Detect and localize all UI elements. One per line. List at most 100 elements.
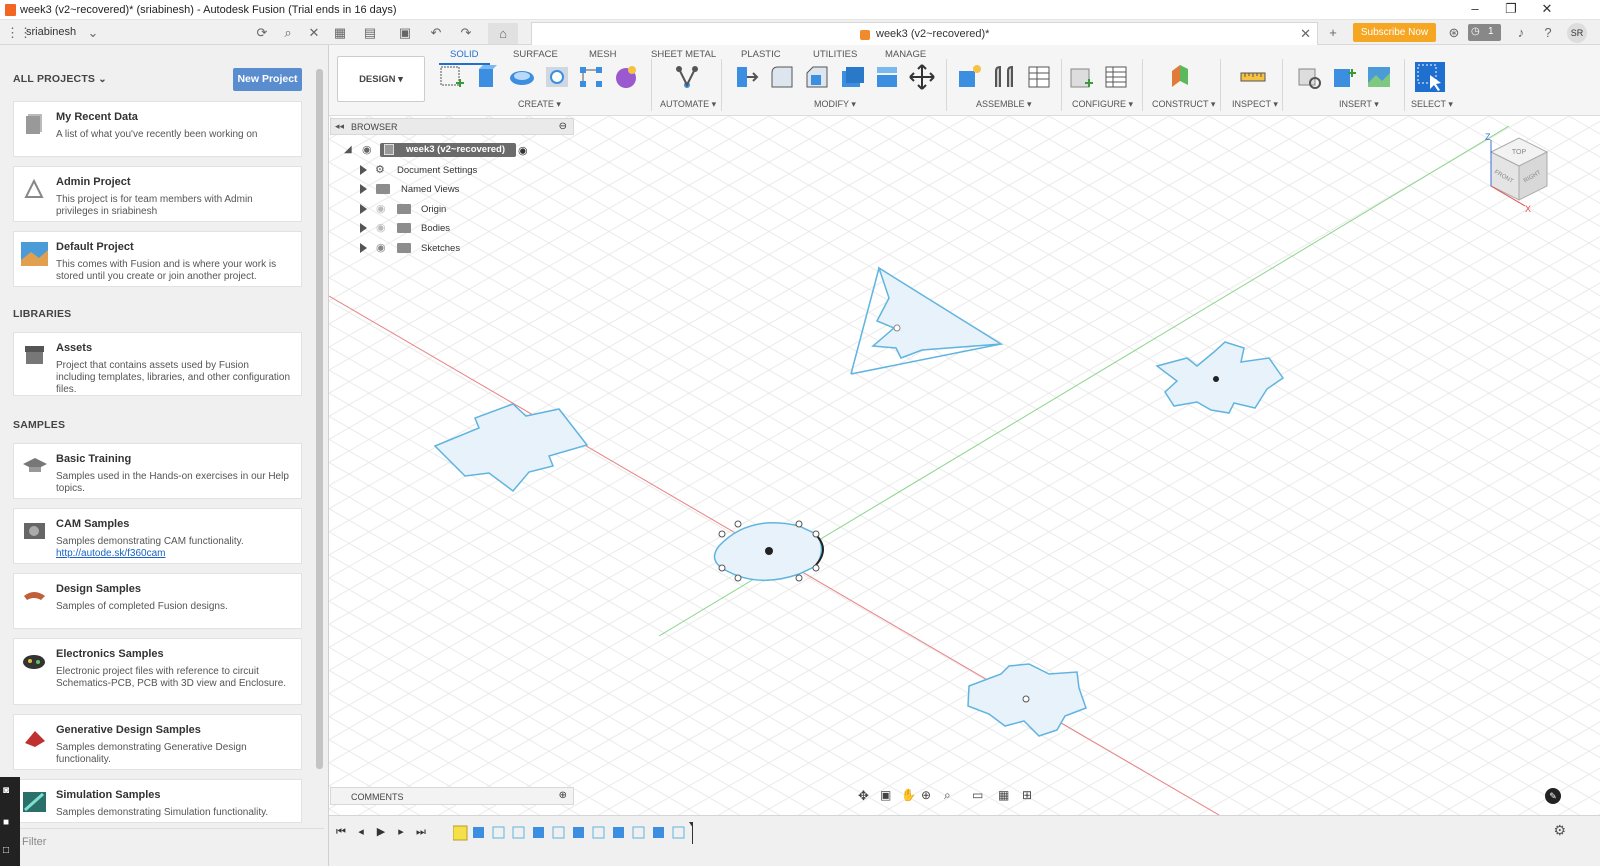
origin-point[interactable]	[765, 547, 773, 555]
sample-card-basic-training[interactable]: Basic Training Samples used in the Hands…	[13, 443, 302, 499]
pattern-icon[interactable]	[577, 63, 605, 91]
library-card-assets[interactable]: Assets Project that contains assets used…	[13, 332, 302, 396]
home-button[interactable]: ⌂	[488, 23, 518, 44]
construct-plane-icon[interactable]	[1166, 63, 1194, 91]
create-form-icon[interactable]	[612, 63, 640, 91]
sample-card-cam[interactable]: CAM Samples Samples demonstrating CAM fu…	[13, 508, 302, 564]
close-tab-icon[interactable]: ✕	[1300, 26, 1311, 42]
timeline-extrude-feature[interactable]	[613, 827, 624, 838]
project-card-default[interactable]: Default Project This comes with Fusion a…	[13, 231, 302, 287]
timeline-sketch-feature[interactable]	[672, 826, 685, 839]
insert-group-label[interactable]: INSERT ▾	[1339, 99, 1379, 110]
redo-icon[interactable]: ↷	[458, 25, 474, 41]
display-settings-icon[interactable]: ▭	[972, 788, 983, 802]
look-at-icon[interactable]: ▣	[880, 788, 891, 802]
workspace-switcher[interactable]: DESIGN ▾	[337, 56, 425, 102]
screenshot-icon[interactable]: ◙	[3, 785, 9, 796]
add-comment-icon[interactable]: ⊕	[559, 790, 567, 801]
configuration-table-icon[interactable]	[1102, 63, 1130, 91]
expand-triangle-icon[interactable]	[360, 223, 367, 233]
select-icon[interactable]	[1414, 61, 1446, 93]
close-panel-icon[interactable]: ✕	[306, 25, 322, 41]
tab-solid[interactable]: SOLID	[450, 49, 479, 60]
timeline-sketch-feature[interactable]	[512, 826, 525, 839]
sketch-point[interactable]	[734, 520, 742, 528]
orbit-icon[interactable]: ✥	[858, 788, 869, 804]
timeline-extrude-feature[interactable]	[653, 827, 664, 838]
chamfer-icon[interactable]	[803, 63, 831, 91]
create-group-label[interactable]: CREATE ▾	[518, 99, 561, 110]
sketch-point[interactable]	[812, 530, 820, 538]
browser-item-bodies[interactable]: ◉ Bodies	[330, 219, 574, 238]
data-panel-scrollbar[interactable]	[316, 69, 323, 769]
record-video-icon[interactable]: ■	[3, 817, 9, 828]
insert-derive-icon[interactable]	[1295, 63, 1323, 91]
hole-icon[interactable]	[543, 63, 571, 91]
restore-icon[interactable]: ❐	[1496, 2, 1526, 18]
sketch-point[interactable]	[795, 574, 803, 582]
sketch-center-point[interactable]	[1022, 695, 1030, 703]
sample-card-electronics[interactable]: Electronics Samples Electronic project f…	[13, 638, 302, 705]
joint-icon[interactable]	[990, 63, 1018, 91]
file-menu-icon[interactable]: ▤	[362, 25, 378, 41]
tab-plastic[interactable]: PLASTIC	[741, 49, 781, 60]
expand-triangle-icon[interactable]	[360, 184, 367, 194]
eye-hidden-icon[interactable]: ◉	[376, 221, 386, 234]
job-status-badge[interactable]: ◷ 1	[1468, 24, 1501, 41]
insert-mesh-icon[interactable]	[1330, 63, 1358, 91]
construct-group-label[interactable]: CONSTRUCT ▾	[1152, 99, 1215, 110]
sketch-center-point[interactable]	[1213, 376, 1219, 382]
sketch-point[interactable]	[718, 564, 726, 572]
step-back-icon[interactable]: ◂	[355, 826, 367, 838]
notifications-bell-icon[interactable]: ♪	[1513, 25, 1529, 41]
subscribe-button[interactable]: Subscribe Now	[1353, 23, 1436, 42]
close-window-icon[interactable]: ✕	[1532, 2, 1562, 18]
eye-hidden-icon[interactable]: ◉	[376, 202, 386, 215]
assemble-group-label[interactable]: ASSEMBLE ▾	[976, 99, 1032, 110]
timeline-extrude-feature[interactable]	[473, 827, 484, 838]
eye-icon[interactable]: ◉	[376, 241, 386, 254]
viewports-icon[interactable]: ⊞	[1022, 788, 1032, 802]
collapse-triangle-icon[interactable]: ◢	[344, 144, 352, 155]
tab-utilities[interactable]: UTILITIES	[813, 49, 857, 60]
tab-sheet-metal[interactable]: SHEET METAL	[651, 49, 716, 60]
sketch-point[interactable]	[734, 574, 742, 582]
timeline-settings-gear-icon[interactable]: ⚙	[1553, 822, 1566, 839]
sample-card-generative[interactable]: Generative Design Samples Samples demons…	[13, 714, 302, 770]
view-cube[interactable]: TOP FRONT RIGHT Z X	[1479, 130, 1559, 216]
apps-grid-icon[interactable]: ▦	[332, 25, 348, 41]
browser-item-document-settings[interactable]: ⚙ Document Settings	[330, 161, 574, 180]
browser-pin-icon[interactable]: ⊖	[559, 121, 567, 132]
timeline-extrude-feature[interactable]	[533, 827, 544, 838]
activate-radio-icon[interactable]: ◉	[518, 144, 528, 157]
undo-icon[interactable]: ↶	[428, 25, 444, 41]
shell-icon[interactable]	[838, 63, 866, 91]
save-icon[interactable]: ▣	[397, 25, 413, 41]
expand-triangle-icon[interactable]	[360, 204, 367, 214]
timeline-extrude-feature[interactable]	[573, 827, 584, 838]
timeline-sketch-feature[interactable]	[592, 826, 605, 839]
pan-hand-icon[interactable]: ✋	[901, 788, 916, 802]
user-avatar[interactable]: SR	[1567, 23, 1587, 43]
browser-item-named-views[interactable]: Named Views	[330, 180, 574, 199]
sample-card-simulation[interactable]: Simulation Samples Samples demonstrating…	[13, 779, 302, 823]
cam-samples-link[interactable]: http://autode.sk/f360cam	[56, 548, 166, 559]
search-icon[interactable]: ⌕	[280, 25, 296, 41]
project-card-admin[interactable]: Admin Project This project is for team m…	[13, 166, 302, 222]
document-tab[interactable]: week3 (v2~recovered)* ✕	[531, 22, 1318, 45]
sketch-point[interactable]	[812, 564, 820, 572]
grid-menu-icon[interactable]: ⋮⋮	[6, 25, 32, 41]
press-pull-icon[interactable]	[733, 63, 761, 91]
root-component-label-box[interactable]: week3 (v2~recovered)	[380, 143, 516, 157]
inspect-group-label[interactable]: INSPECT ▾	[1232, 99, 1278, 110]
timeline-sketch-feature[interactable]	[453, 825, 468, 841]
timeline-sketch-feature[interactable]	[552, 826, 565, 839]
team-user-name[interactable]: sriabinesh	[26, 26, 76, 38]
measure-icon[interactable]	[1239, 63, 1267, 91]
all-projects-header[interactable]: ALL PROJECTS ⌄	[13, 73, 107, 85]
filter-input[interactable]: Filter	[14, 828, 324, 850]
collapse-left-icon[interactable]: ◂◂	[335, 121, 344, 132]
step-forward-icon[interactable]: ▸	[395, 826, 407, 838]
tab-manage[interactable]: MANAGE	[885, 49, 926, 60]
bill-of-materials-icon[interactable]	[1025, 63, 1053, 91]
